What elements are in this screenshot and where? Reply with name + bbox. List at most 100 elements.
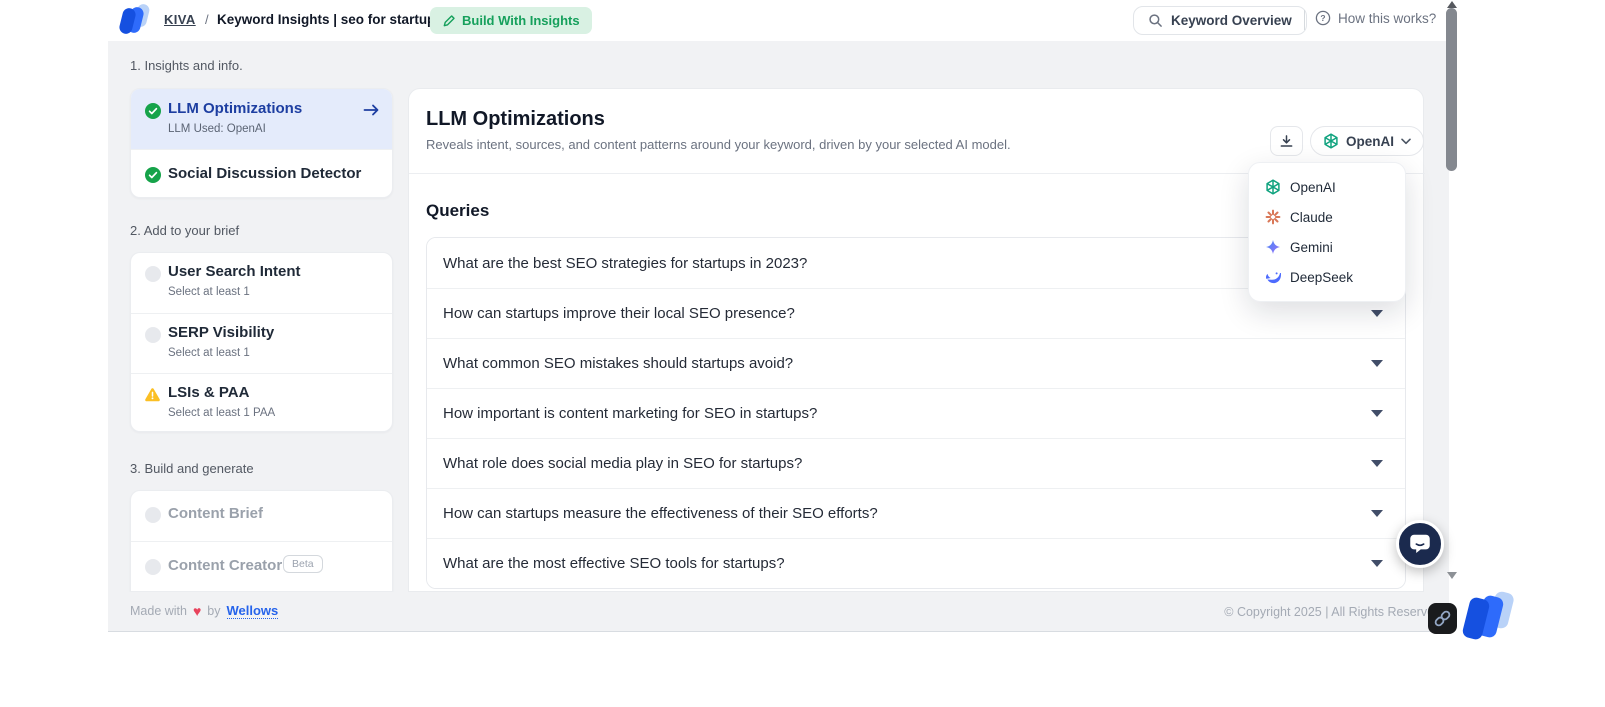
app-body: 1. Insights and info. LLM Optimizations … xyxy=(108,41,1449,592)
sidebar-item-subtitle: Select at least 1 xyxy=(168,286,250,298)
dropdown-option-gemini[interactable]: Gemini xyxy=(1249,232,1405,262)
dropdown-option-label: Gemini xyxy=(1290,239,1333,255)
query-row[interactable]: What role does social media play in SEO … xyxy=(427,438,1405,488)
pencil-icon xyxy=(443,14,455,26)
dropdown-option-deepseek[interactable]: DeepSeek xyxy=(1249,262,1405,292)
keyword-overview-button[interactable]: Keyword Overview xyxy=(1133,6,1307,35)
wellows-link[interactable]: Wellows xyxy=(226,603,279,619)
sidebar-card-brief: User Search Intent Select at least 1 SER… xyxy=(130,252,393,432)
sidebar-item-llm-optimizations[interactable]: LLM Optimizations LLM Used: OpenAI xyxy=(131,89,392,149)
query-text: What common SEO mistakes should startups… xyxy=(443,355,794,372)
empty-status-icon xyxy=(145,327,161,343)
dropdown-option-openai[interactable]: OpenAI xyxy=(1249,172,1405,202)
scrollbar-thumb[interactable] xyxy=(1446,8,1457,171)
model-dropdown-menu: OpenAI Claude Gemini DeepSeek xyxy=(1248,162,1406,302)
query-row[interactable]: How can startups measure the effectivene… xyxy=(427,488,1405,538)
download-button[interactable] xyxy=(1270,126,1303,156)
sidebar-item-serp-visibility[interactable]: SERP Visibility Select at least 1 xyxy=(131,314,392,373)
download-icon xyxy=(1280,134,1293,147)
caret-down-icon[interactable] xyxy=(1371,360,1383,367)
openai-icon xyxy=(1324,133,1338,149)
scrollbar-up-arrow[interactable] xyxy=(1447,1,1457,8)
check-circle-icon xyxy=(145,103,161,119)
build-with-insights-button[interactable]: Build With Insights xyxy=(430,7,592,34)
dropdown-option-label: DeepSeek xyxy=(1290,269,1354,285)
chain-link-icon xyxy=(1434,610,1451,627)
how-this-works[interactable]: ? How this works? xyxy=(1315,10,1436,26)
caret-down-icon[interactable] xyxy=(1371,310,1383,317)
model-selector-value: OpenAI xyxy=(1346,133,1395,149)
app-header: KIVA / Keyword Insights | seo for startu… xyxy=(108,0,1449,41)
kiva-logo-corner xyxy=(1461,590,1522,644)
sidebar-card-generate: Content Brief Content Creator Beta xyxy=(130,490,393,592)
openai-icon xyxy=(1266,179,1280,195)
query-text: How can startups improve their local SEO… xyxy=(443,305,795,322)
sidebar-item-social-discussion-detector[interactable]: Social Discussion Detector xyxy=(131,150,392,197)
caret-down-icon[interactable] xyxy=(1371,460,1383,467)
sidebar-item-subtitle: Select at least 1 xyxy=(168,347,250,359)
by-text: by xyxy=(207,604,221,618)
query-row[interactable]: How important is content marketing for S… xyxy=(427,388,1405,438)
sidebar-item-user-search-intent[interactable]: User Search Intent Select at least 1 xyxy=(131,253,392,313)
sidebar-item-content-creator[interactable]: Content Creator Beta xyxy=(131,542,392,591)
chat-widget-button[interactable] xyxy=(1396,520,1444,568)
sidebar-item-lsis-paa[interactable]: LSIs & PAA Select at least 1 PAA xyxy=(131,374,392,431)
sidebar-card-insights: LLM Optimizations LLM Used: OpenAI Socia… xyxy=(130,88,393,198)
query-text: What are the best SEO strategies for sta… xyxy=(443,254,808,272)
made-with-text: Made with xyxy=(130,604,187,618)
panel-title: LLM Optimizations xyxy=(426,108,605,130)
sidebar-item-content-brief[interactable]: Content Brief xyxy=(131,491,392,541)
empty-status-icon xyxy=(145,266,161,282)
dropdown-option-claude[interactable]: Claude xyxy=(1249,202,1405,232)
arrow-right-icon[interactable] xyxy=(363,103,380,117)
query-text: How can startups measure the effectivene… xyxy=(443,505,878,522)
sidebar-section-label-insights: 1. Insights and info. xyxy=(130,58,243,73)
search-icon xyxy=(1149,14,1162,27)
caret-down-icon[interactable] xyxy=(1371,410,1383,417)
check-circle-icon xyxy=(145,167,161,183)
heart-icon: ♥ xyxy=(192,603,202,619)
sidebar-item-subtitle: Select at least 1 PAA xyxy=(168,407,276,419)
sidebar-item-title: LSIs & PAA xyxy=(168,384,250,401)
sidebar-item-title: User Search Intent xyxy=(168,263,301,280)
keyword-overview-label: Keyword Overview xyxy=(1171,13,1292,28)
link-shortcut-button[interactable] xyxy=(1428,603,1457,634)
dropdown-option-label: OpenAI xyxy=(1290,179,1336,195)
how-this-works-label: How this works? xyxy=(1338,10,1437,26)
header-divider xyxy=(1304,10,1305,30)
sidebar-section-label-brief: 2. Add to your brief xyxy=(130,223,240,238)
empty-status-icon xyxy=(145,507,161,523)
sidebar-section-label-generate: 3. Build and generate xyxy=(130,461,254,476)
kiva-logo[interactable] xyxy=(118,2,157,36)
breadcrumb-title: Keyword Insights | seo for startups xyxy=(217,12,443,27)
sidebar-item-title: Social Discussion Detector xyxy=(168,165,362,182)
claude-icon xyxy=(1265,209,1281,225)
build-badge-label: Build With Insights xyxy=(462,13,580,28)
query-row[interactable]: What are the most effective SEO tools fo… xyxy=(427,538,1405,588)
breadcrumb-separator: / xyxy=(205,12,209,27)
made-with-credit: Made with ♥ by Wellows xyxy=(130,603,279,619)
scrollbar-down-arrow[interactable] xyxy=(1447,572,1457,579)
chevron-down-icon xyxy=(1401,138,1411,144)
query-text: How important is content marketing for S… xyxy=(443,405,818,422)
empty-status-icon xyxy=(145,559,161,575)
query-row[interactable]: What common SEO mistakes should startups… xyxy=(427,338,1405,388)
warning-triangle-icon xyxy=(145,388,160,402)
sidebar-item-subtitle: LLM Used: OpenAI xyxy=(168,123,266,135)
deepseek-icon xyxy=(1266,272,1281,284)
caret-down-icon[interactable] xyxy=(1371,560,1383,567)
query-text: What role does social media play in SEO … xyxy=(443,455,803,472)
question-circle-icon: ? xyxy=(1315,10,1331,26)
breadcrumb-brand-link[interactable]: KIVA xyxy=(164,12,196,27)
model-selector-button[interactable]: OpenAI xyxy=(1310,126,1425,156)
svg-text:?: ? xyxy=(1320,13,1325,23)
app-footer: Made with ♥ by Wellows © Copyright 2025 … xyxy=(108,592,1449,632)
sidebar-item-title: Content Creator xyxy=(168,557,283,574)
sidebar-item-title: LLM Optimizations xyxy=(168,100,303,117)
copyright-text: © Copyright 2025 | All Rights Reserved xyxy=(1224,605,1441,619)
beta-badge: Beta xyxy=(283,555,323,573)
gemini-icon xyxy=(1266,240,1280,254)
caret-down-icon[interactable] xyxy=(1371,510,1383,517)
sidebar-item-title: Content Brief xyxy=(168,505,263,522)
query-text: What are the most effective SEO tools fo… xyxy=(443,555,785,572)
